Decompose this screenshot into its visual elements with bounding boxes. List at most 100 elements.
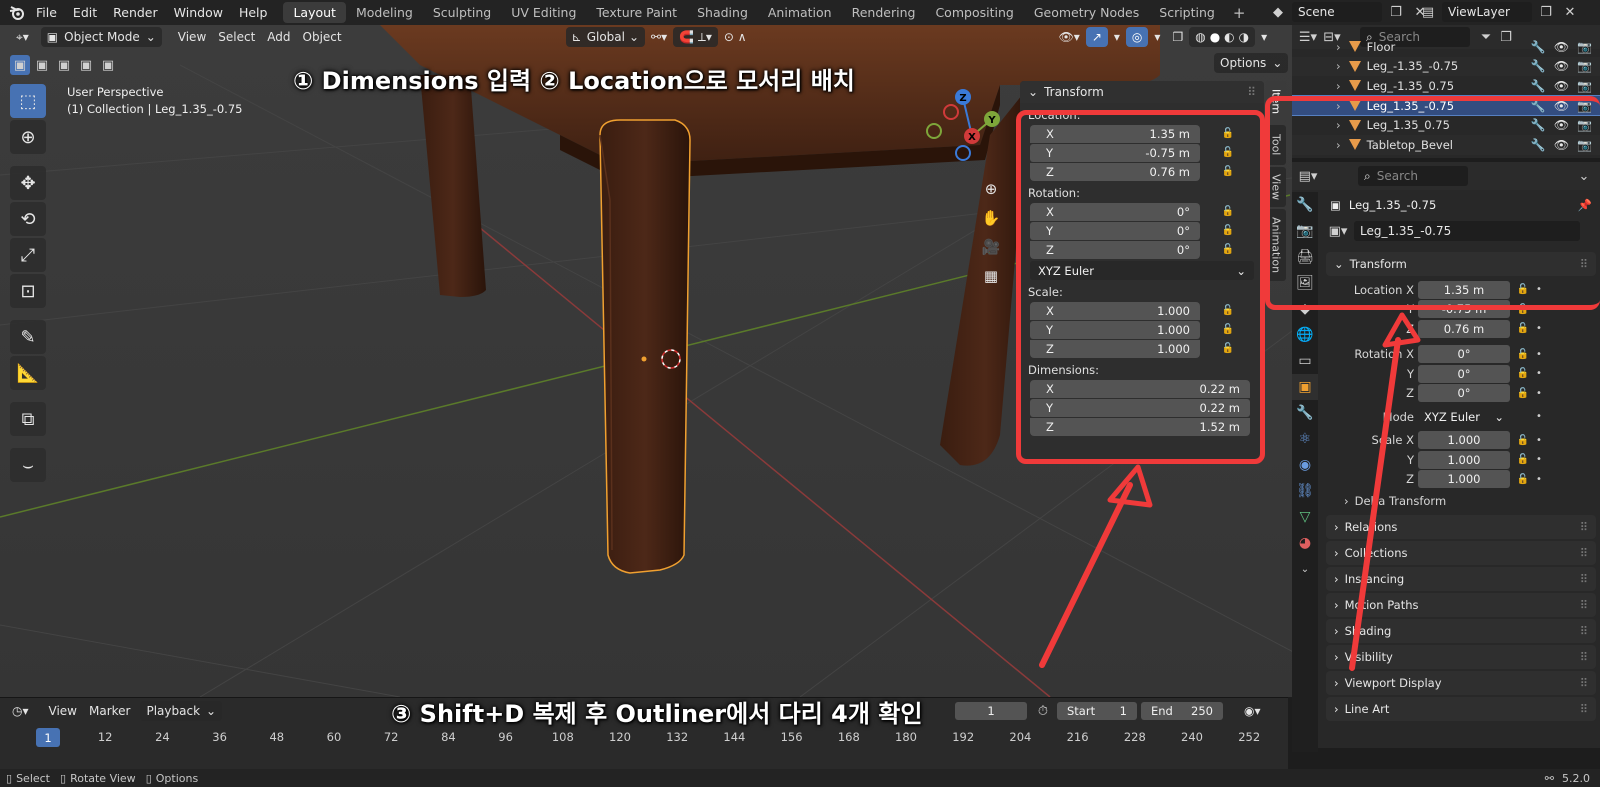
- shading-dropdown-icon[interactable]: ▾: [1255, 27, 1273, 47]
- object-name-input[interactable]: Leg_1.35_-0.75: [1354, 221, 1580, 241]
- viewlayer-icon[interactable]: ▤: [1418, 2, 1438, 22]
- navigation-gizmo[interactable]: Z Y X: [924, 88, 1004, 168]
- location-y-field[interactable]: Y -0.75 m: [1030, 143, 1200, 162]
- rotation-mode-dropdown[interactable]: XYZ Euler ⌄: [1030, 261, 1254, 280]
- object-data-icon[interactable]: ▣▾: [1328, 221, 1348, 241]
- transform-row-field[interactable]: 0°: [1418, 384, 1510, 403]
- measure-tool-icon[interactable]: 📐: [10, 356, 46, 390]
- lock-icon[interactable]: 🔓: [1218, 324, 1238, 335]
- lock-icon[interactable]: 🔓: [1218, 206, 1238, 217]
- current-frame-marker[interactable]: 1: [36, 728, 60, 747]
- visibility-icon[interactable]: 👁▾: [1053, 27, 1086, 47]
- drag-handle-icon[interactable]: ⠿: [1580, 546, 1588, 560]
- tab-item[interactable]: Item: [1266, 81, 1286, 123]
- lock-icon[interactable]: 🔓: [1514, 474, 1532, 485]
- overlay-dropdown-icon[interactable]: ▾: [1148, 27, 1166, 47]
- location-z-field[interactable]: Z 0.76 m: [1030, 162, 1200, 181]
- tool-properties-icon[interactable]: 🔧: [1292, 192, 1318, 218]
- properties-section[interactable]: › Visibility ⠿: [1326, 645, 1596, 669]
- scale-y-field[interactable]: Y 1.000: [1030, 320, 1200, 339]
- lock-icon[interactable]: 🔓: [1514, 323, 1532, 334]
- eye-icon[interactable]: 👁: [1554, 59, 1569, 73]
- dimensions-z-field[interactable]: Z 1.52 m: [1030, 417, 1250, 436]
- more-tabs-icon[interactable]: ⌄: [1292, 556, 1318, 582]
- scale-x-field[interactable]: X 1.000: [1030, 301, 1200, 320]
- drag-handle-icon[interactable]: ⠿: [1580, 257, 1588, 271]
- tab-shading[interactable]: Shading: [687, 2, 758, 23]
- eye-icon[interactable]: 👁: [1554, 118, 1569, 132]
- chevron-right-icon[interactable]: ›: [1336, 59, 1341, 73]
- render-properties-icon[interactable]: 📷: [1292, 218, 1318, 244]
- transform-row-field[interactable]: 0°: [1418, 345, 1510, 364]
- world-properties-icon[interactable]: 🌐: [1292, 322, 1318, 348]
- outliner-row[interactable]: › Leg_1.35_0.75 🔧 👁 📷: [1292, 115, 1600, 135]
- transform-row-field[interactable]: 1.000: [1418, 470, 1510, 489]
- timeline-editor-icon[interactable]: ◷▾: [6, 701, 35, 721]
- modifier-icon[interactable]: 🔧: [1531, 79, 1546, 93]
- outliner-row[interactable]: › Leg_-1.35_0.75 🔧 👁 📷: [1292, 76, 1600, 96]
- scene-properties-icon[interactable]: ◆: [1292, 296, 1318, 322]
- select-box-tool-icon[interactable]: ⬚: [10, 84, 46, 118]
- solid-shading-icon[interactable]: ●: [1210, 30, 1220, 44]
- menu-render[interactable]: Render: [105, 5, 166, 20]
- keyframe-dot-icon[interactable]: •: [1532, 388, 1546, 399]
- properties-section[interactable]: › Line Art ⠿: [1326, 697, 1596, 721]
- select-invert-icon[interactable]: ▣: [76, 55, 96, 75]
- chevron-right-icon[interactable]: ›: [1336, 79, 1341, 93]
- pan-hand-icon[interactable]: ✋: [978, 205, 1004, 231]
- drag-handle-icon[interactable]: ⠿: [1580, 598, 1588, 612]
- orientation-dropdown[interactable]: ⊾ Global ⌄: [565, 27, 646, 47]
- properties-section[interactable]: › Instancing ⠿: [1326, 567, 1596, 591]
- chevron-right-icon[interactable]: ›: [1336, 118, 1341, 132]
- lock-icon[interactable]: 🔓: [1514, 349, 1532, 360]
- material-properties-icon[interactable]: ◕: [1292, 530, 1318, 556]
- keyframe-dot-icon[interactable]: •: [1532, 368, 1546, 379]
- select-intersect-icon[interactable]: ▣: [98, 55, 118, 75]
- chevron-right-icon[interactable]: ›: [1336, 99, 1341, 113]
- proportional-edit-icon[interactable]: ⊙ ∧: [718, 27, 753, 47]
- properties-section[interactable]: › Relations ⠿: [1326, 515, 1596, 539]
- menu-select[interactable]: Select: [212, 27, 261, 47]
- tab-scripting[interactable]: Scripting: [1149, 2, 1225, 23]
- menu-window[interactable]: Window: [166, 5, 231, 20]
- transform-row-field[interactable]: 1.000: [1418, 450, 1510, 469]
- properties-search-input[interactable]: ⌕ Search: [1358, 166, 1468, 186]
- keyframe-dot-icon[interactable]: •: [1532, 435, 1546, 446]
- scale-z-field[interactable]: Z 1.000: [1030, 339, 1200, 358]
- transform-row-field[interactable]: 1.000: [1418, 431, 1510, 450]
- scale-tool-icon[interactable]: ⤢: [10, 238, 46, 272]
- gizmo-dropdown-icon[interactable]: ▾: [1108, 27, 1126, 47]
- rendered-shading-icon[interactable]: ◑: [1239, 30, 1249, 44]
- cursor-tool-icon[interactable]: ⊕: [10, 120, 46, 154]
- select-subtract-icon[interactable]: ▣: [54, 55, 74, 75]
- lock-icon[interactable]: 🔓: [1218, 244, 1238, 255]
- lock-icon[interactable]: 🔓: [1514, 435, 1532, 446]
- playback-dropdown[interactable]: Playback ⌄: [140, 701, 223, 721]
- keyframe-dot-icon[interactable]: •: [1532, 284, 1546, 295]
- modifier-icon[interactable]: 🔧: [1531, 138, 1546, 152]
- move-tool-icon[interactable]: ✥: [10, 166, 46, 200]
- blender-logo-icon[interactable]: [6, 3, 28, 23]
- outliner-row[interactable]: › Tabletop_Bevel 🔧 👁 📷: [1292, 134, 1600, 155]
- tab-compositing[interactable]: Compositing: [925, 2, 1023, 23]
- dimensions-y-field[interactable]: Y 0.22 m: [1030, 398, 1250, 417]
- tab-animation[interactable]: Animation: [758, 2, 842, 23]
- lock-icon[interactable]: 🔓: [1218, 305, 1238, 316]
- properties-section[interactable]: › Shading ⠿: [1326, 619, 1596, 643]
- stopwatch-icon[interactable]: ⏱: [1033, 701, 1053, 721]
- modifier-icon[interactable]: 🔧: [1531, 99, 1546, 113]
- keyframe-dot-icon[interactable]: •: [1532, 304, 1546, 315]
- transform-row-field[interactable]: 0.76 m: [1418, 319, 1510, 338]
- tab-texture-paint[interactable]: Texture Paint: [586, 2, 687, 23]
- lock-icon[interactable]: 🔓: [1514, 454, 1532, 465]
- menu-view[interactable]: View: [172, 27, 212, 47]
- rotate-tool-icon[interactable]: ⟲: [10, 202, 46, 236]
- lock-icon[interactable]: 🔓: [1218, 225, 1238, 236]
- outliner-row[interactable]: › Leg_-1.35_-0.75 🔧 👁 📷: [1292, 56, 1600, 77]
- grid-perspective-icon[interactable]: ▦: [978, 263, 1004, 289]
- delete-viewlayer-icon[interactable]: ✕: [1560, 2, 1580, 22]
- lock-icon[interactable]: 🔓: [1514, 368, 1532, 379]
- timeline-menu-marker[interactable]: Marker: [83, 701, 136, 721]
- timeline-menu-view[interactable]: View: [43, 701, 83, 721]
- outliner-row[interactable]: › Floor 🔧 👁 📷: [1292, 37, 1600, 57]
